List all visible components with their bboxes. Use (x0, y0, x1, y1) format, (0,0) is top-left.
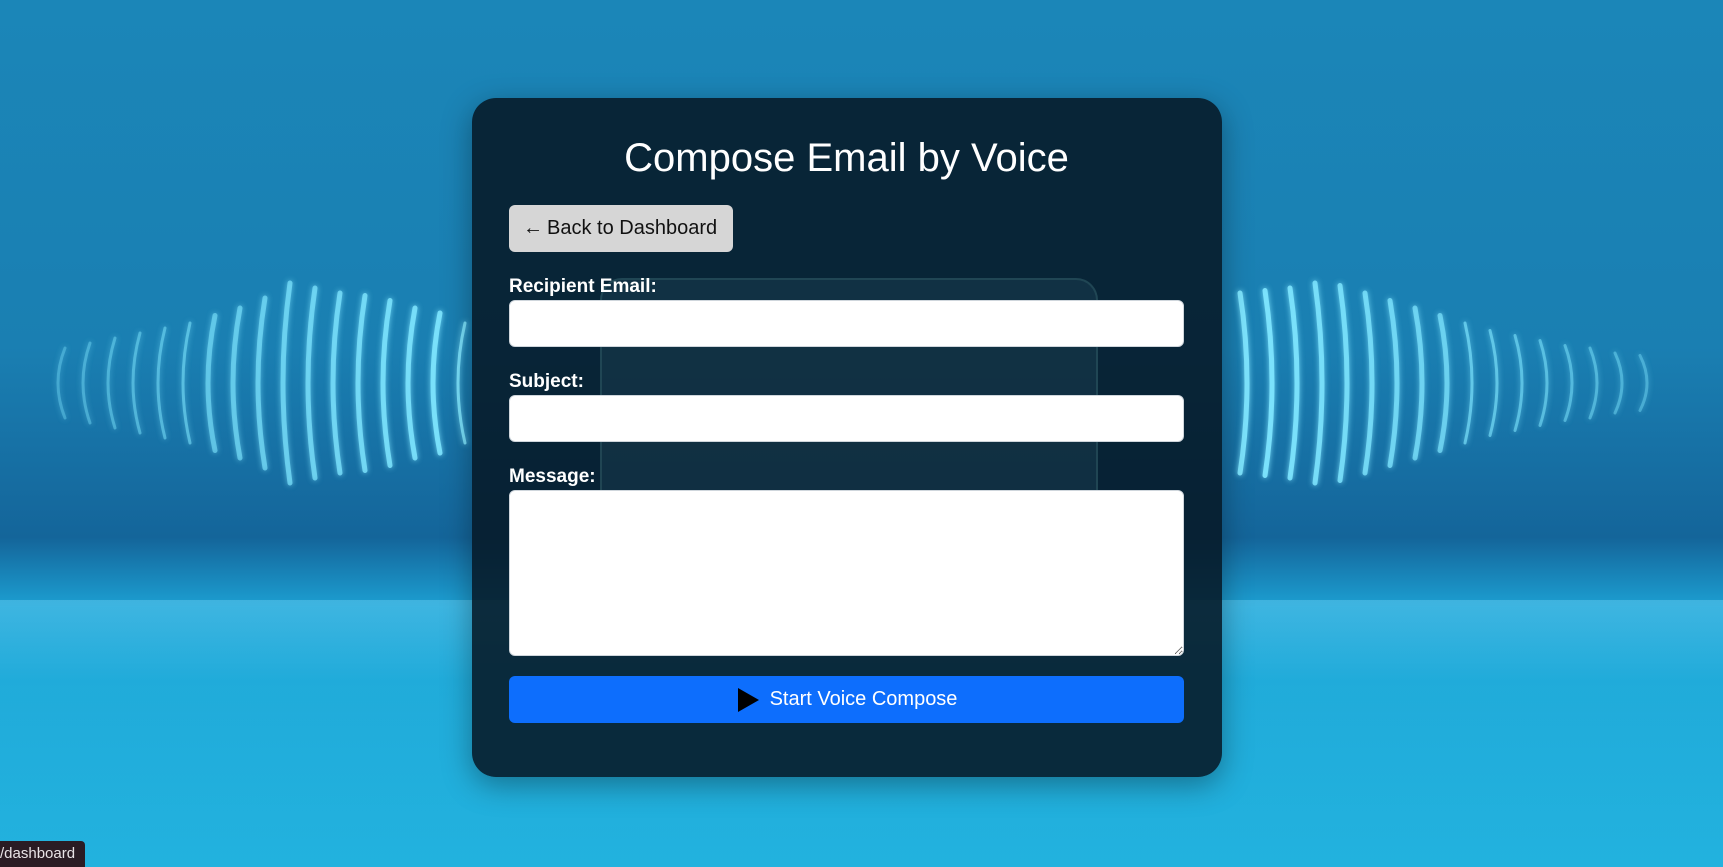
subject-input[interactable] (509, 395, 1184, 442)
page-title: Compose Email by Voice (624, 136, 1069, 180)
sound-wave-arc (255, 295, 268, 471)
sound-wave-arc (1588, 346, 1599, 420)
sound-wave-arc (280, 280, 293, 486)
back-to-dashboard-button[interactable]: ← Back to Dashboard (509, 205, 734, 252)
arrow-left-icon: ← (523, 217, 543, 239)
sound-wave-arc (355, 293, 368, 473)
status-bar-url: /dashboard (0, 841, 86, 867)
message-textarea[interactable] (509, 490, 1184, 656)
sound-wave-arc (1287, 285, 1300, 481)
sound-wave-arc (1337, 283, 1350, 483)
sound-wave-arc (1237, 290, 1250, 476)
sound-wave-arc (1437, 313, 1450, 453)
page-background: Compose Email by Voice ← Back to Dashboa… (0, 0, 1723, 867)
sound-wave-arc (131, 331, 142, 435)
sound-wave-arc (1563, 344, 1574, 422)
sound-wave-arc (1638, 354, 1649, 412)
sound-wave-arc (205, 313, 218, 453)
sound-wave-arc (1538, 339, 1549, 427)
sound-wave-arc (305, 285, 318, 481)
recipient-email-label: Recipient Email: (509, 276, 657, 297)
play-icon (737, 687, 759, 712)
sound-wave-arc (56, 346, 67, 420)
sound-wave-arc (380, 298, 393, 468)
sound-wave-arc (1463, 321, 1474, 445)
sound-wave-arc (1387, 298, 1400, 468)
sound-wave-arc (1488, 329, 1499, 437)
sound-wave-arc (1362, 290, 1375, 476)
sound-wave-arc (330, 290, 343, 476)
sound-wave-arc (1513, 334, 1524, 432)
compose-card: Compose Email by Voice ← Back to Dashboa… (472, 98, 1222, 777)
start-voice-compose-button[interactable]: Start Voice Compose (509, 676, 1184, 723)
sound-wave-arc (456, 321, 467, 445)
sound-wave-arc (181, 321, 192, 445)
recipient-email-input[interactable] (509, 300, 1184, 347)
sound-wave-arc (1613, 351, 1624, 415)
back-button-label: Back to Dashboard (547, 217, 718, 239)
sound-wave-arc (405, 305, 418, 461)
sound-wave-arc (230, 305, 243, 461)
sound-wave-arc (1262, 288, 1275, 478)
subject-label: Subject: (509, 371, 584, 392)
sound-wave-arc (430, 310, 443, 456)
sound-wave-arc (1312, 280, 1325, 486)
sound-wave-arc (156, 326, 167, 440)
sound-wave-arc (1412, 305, 1425, 461)
sound-wave-arc (106, 336, 117, 430)
sound-wave-arc (81, 341, 92, 425)
message-label: Message: (509, 466, 596, 487)
start-button-label: Start Voice Compose (769, 688, 958, 710)
